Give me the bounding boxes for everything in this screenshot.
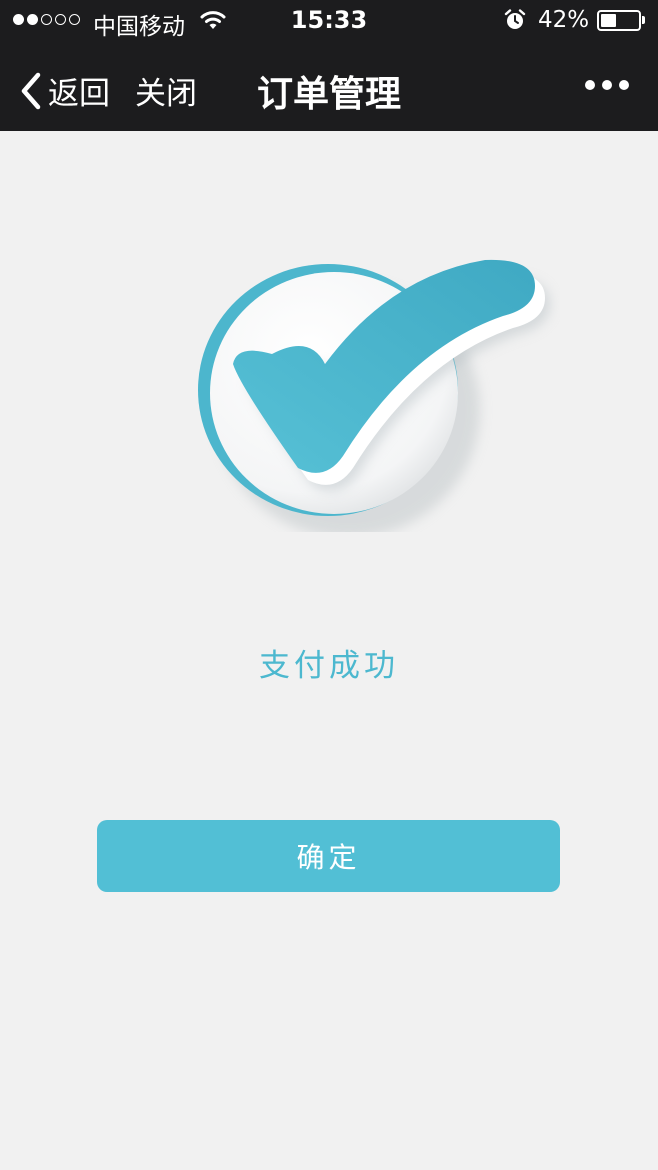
alarm-icon xyxy=(504,9,526,35)
battery-level-fill xyxy=(601,14,616,27)
status-bar: 中国移动 15:33 42% xyxy=(0,0,658,44)
more-dot xyxy=(619,80,629,90)
page-title: 订单管理 xyxy=(256,74,401,115)
navigation-bar: 返回 关闭 订单管理 xyxy=(0,44,658,131)
battery-icon xyxy=(597,10,641,31)
more-icon[interactable] xyxy=(585,80,629,90)
top-bar: 中国移动 15:33 42% 返回 关闭 订单管理 xyxy=(0,0,658,131)
confirm-button-label: 确定 xyxy=(296,841,361,874)
payment-success-text: 支付成功 xyxy=(259,648,399,684)
more-dot xyxy=(585,80,595,90)
check-success-icon xyxy=(190,252,560,538)
more-dot xyxy=(602,80,612,90)
battery-cap xyxy=(642,16,645,24)
confirm-button[interactable]: 确定 xyxy=(97,820,560,892)
battery-percent: 42% xyxy=(538,7,590,33)
